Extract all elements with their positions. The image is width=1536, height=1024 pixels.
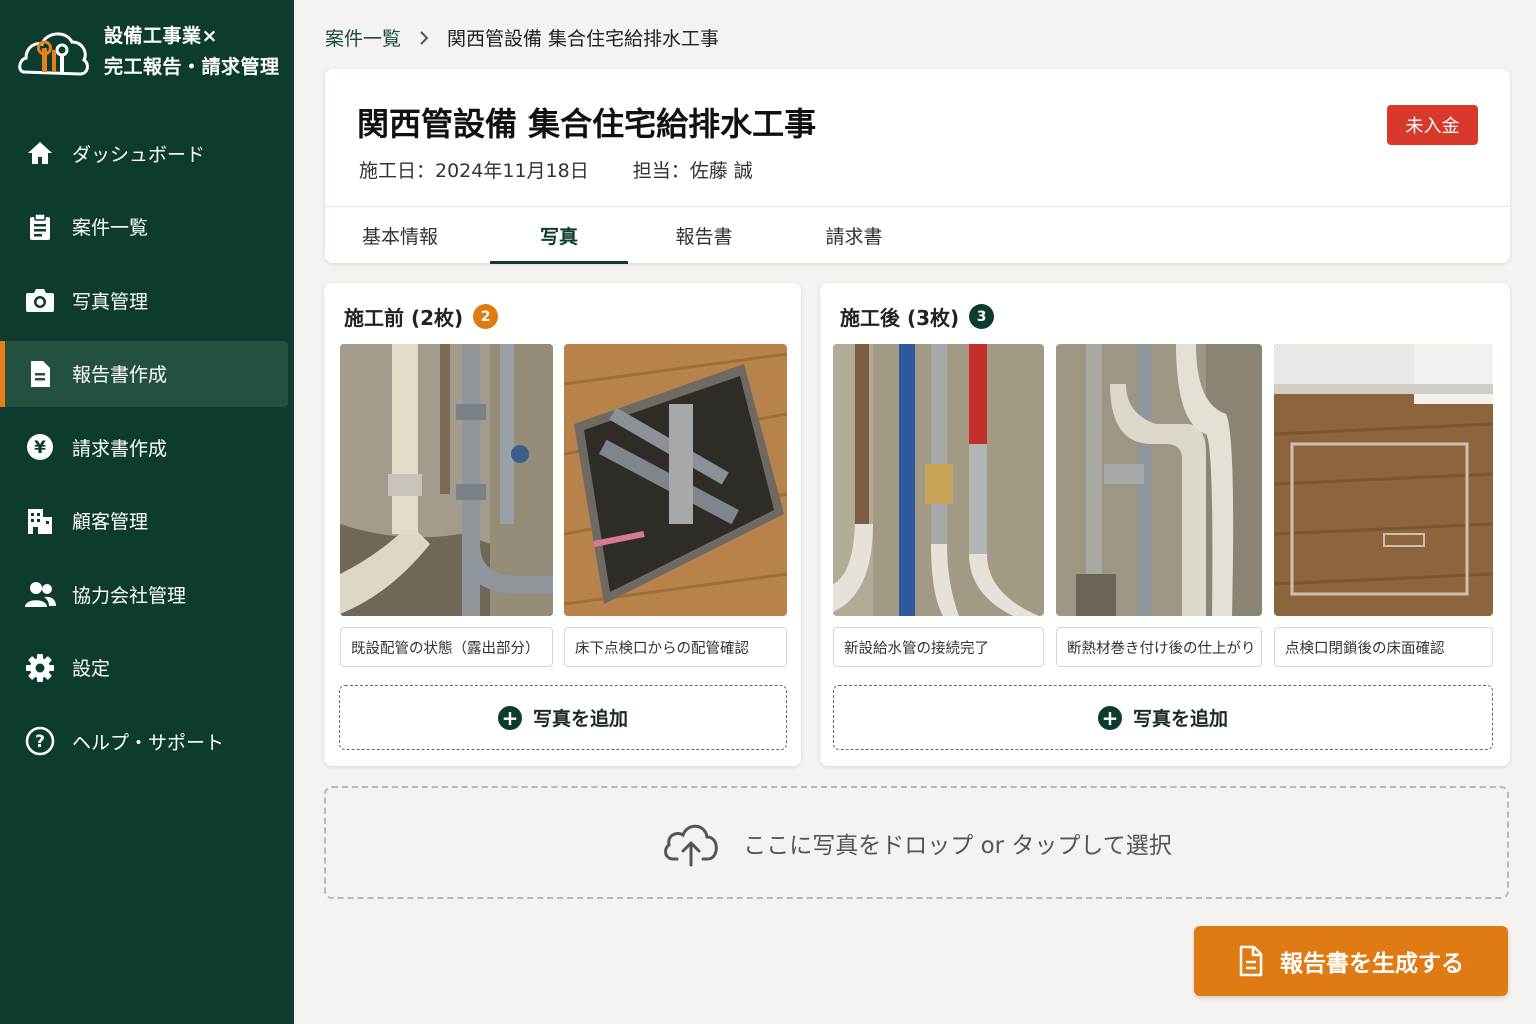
sidebar-item-label: 案件一覧 — [72, 217, 149, 239]
sidebar-nav: ダッシュボード 案件一覧 写真管理 報告書作成 ¥ 請求書作成 顧客管理 協力会… — [0, 120, 294, 782]
yen-icon: ¥ — [24, 431, 56, 463]
job-meta: 施工日：2024年11月18日 担当：佐藤 誠 — [359, 156, 753, 183]
construction-date: 施工日：2024年11月18日 — [359, 160, 589, 182]
sidebar-item-invoices[interactable]: ¥ 請求書作成 — [0, 414, 294, 480]
generate-report-button[interactable]: 報告書を生成する — [1194, 926, 1508, 996]
photo-caption-before-2[interactable]: 床下点検口からの配管確認 — [564, 627, 787, 667]
photo-caption-after-2[interactable]: 断熱材巻き付け後の仕上がり — [1056, 627, 1262, 667]
sidebar: 設備工事業× 完工報告・請求管理 ダッシュボード 案件一覧 写真管理 報告書作成… — [0, 0, 294, 1024]
photo-before-1[interactable] — [340, 344, 553, 616]
add-photo-before-button[interactable]: + 写真を追加 — [339, 685, 787, 750]
brand-title-line1: 設備工事業× — [104, 25, 218, 47]
sidebar-item-label: ダッシュボード — [72, 143, 206, 166]
plus-circle-icon: + — [1097, 705, 1122, 730]
camera-icon — [24, 284, 56, 316]
brand-title-line2: 完工報告・請求管理 — [104, 56, 280, 78]
sidebar-item-dashboard[interactable]: ダッシュボード — [0, 120, 294, 186]
tab-basic-info[interactable]: 基本情報 — [325, 207, 475, 264]
sidebar-item-label: 顧客管理 — [72, 511, 149, 533]
sidebar-item-help[interactable]: ? ヘルプ・サポート — [0, 708, 294, 774]
breadcrumb-current: 関西管設備 集合住宅給排水工事 — [447, 28, 720, 50]
photo-dropzone[interactable]: ここに写真をドロップ or タップして選択 — [324, 786, 1509, 899]
breadcrumb-link-projects[interactable]: 案件一覧 — [325, 24, 401, 51]
help-icon: ? — [24, 725, 56, 757]
clipboard-icon — [24, 211, 56, 243]
after-count-badge: 3 — [969, 304, 995, 329]
svg-text:?: ? — [35, 732, 45, 752]
sidebar-item-projects[interactable]: 案件一覧 — [0, 194, 294, 260]
sidebar-item-label: 設定 — [72, 658, 111, 680]
plus-circle-icon: + — [497, 705, 522, 730]
sidebar-item-reports[interactable]: 報告書作成 — [0, 340, 288, 407]
home-icon — [24, 137, 56, 169]
photo-after-2[interactable] — [1056, 344, 1262, 616]
logo-icon — [18, 32, 89, 76]
sidebar-item-label: 報告書作成 — [72, 364, 168, 386]
after-photos-card: 施工後 (3枚) 3 新設給水管の接続完了 断熱材巻き付け後の仕上がり 点検口閉… — [820, 283, 1510, 766]
tab-invoice[interactable]: 請求書 — [785, 207, 923, 264]
sidebar-item-label: 写真管理 — [72, 290, 149, 313]
before-photos-card: 施工前 (2枚) 2 既設配管の状態（露出部分） 床下点検口からの配管確認 + … — [324, 283, 801, 766]
sidebar-item-partners[interactable]: 協力会社管理 — [0, 561, 294, 627]
svg-text:¥: ¥ — [34, 438, 46, 458]
photo-after-1[interactable] — [833, 344, 1044, 616]
job-header-card: 関西管設備 集合住宅給排水工事 施工日：2024年11月18日 担当：佐藤 誠 … — [325, 69, 1510, 264]
sidebar-item-settings[interactable]: 設定 — [0, 635, 294, 701]
photo-after-3[interactable] — [1274, 344, 1493, 616]
sidebar-item-customers[interactable]: 顧客管理 — [0, 488, 294, 554]
building-icon — [24, 505, 56, 537]
after-section-title: 施工後 (3枚) — [840, 306, 960, 330]
chevron-right-icon — [420, 30, 429, 45]
brand[interactable]: 設備工事業× 完工報告・請求管理 — [16, 20, 280, 84]
before-count-badge: 2 — [473, 304, 499, 329]
page-title: 関西管設備 集合住宅給排水工事 — [357, 105, 817, 143]
document-icon — [1239, 945, 1263, 977]
sidebar-item-label: ヘルプ・サポート — [72, 731, 225, 754]
tab-report[interactable]: 報告書 — [635, 207, 773, 264]
tab-photos[interactable]: 写真 — [490, 207, 628, 264]
document-icon — [24, 358, 56, 390]
sidebar-item-photos[interactable]: 写真管理 — [0, 267, 294, 333]
status-badge: 未入金 — [1387, 105, 1478, 145]
sidebar-item-label: 請求書作成 — [72, 437, 168, 460]
photo-before-2[interactable] — [564, 344, 787, 616]
tab-bar: 基本情報 写真 報告書 請求書 — [325, 206, 1510, 264]
assignee: 担当：佐藤 誠 — [632, 160, 753, 182]
photo-caption-after-3[interactable]: 点検口閉鎖後の床面確認 — [1274, 627, 1493, 667]
photo-caption-before-1[interactable]: 既設配管の状態（露出部分） — [340, 627, 553, 667]
cloud-upload-icon — [664, 824, 719, 866]
add-photo-after-button[interactable]: + 写真を追加 — [833, 685, 1493, 750]
before-section-title: 施工前 (2枚) — [344, 306, 464, 330]
people-icon — [24, 578, 56, 610]
dropzone-label: ここに写真をドロップ or タップして選択 — [743, 832, 1172, 859]
photo-caption-after-1[interactable]: 新設給水管の接続完了 — [833, 627, 1044, 667]
breadcrumb: 案件一覧 関西管設備 集合住宅給排水工事 — [325, 24, 719, 51]
gear-icon — [24, 652, 56, 684]
sidebar-item-label: 協力会社管理 — [72, 584, 187, 607]
